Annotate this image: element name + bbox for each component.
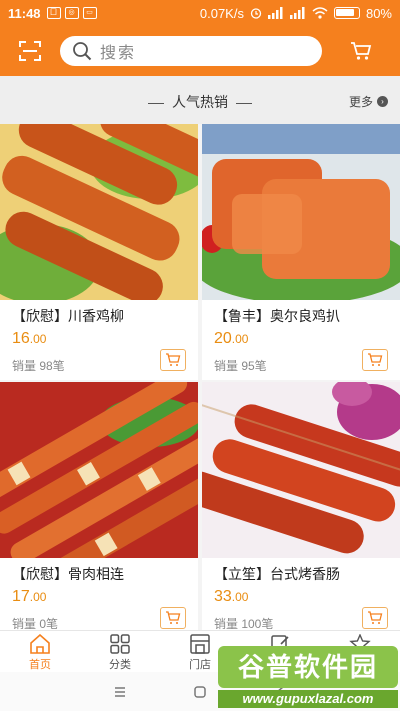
price-integer: 33 [214,588,232,605]
alarm-icon [250,8,262,19]
watermark-title: 谷普软件园 [218,646,398,688]
nav-category-label: 分类 [109,659,131,671]
home-button-icon[interactable] [193,685,207,699]
top-bar: 搜索 [0,26,400,76]
wifi-icon [312,7,328,19]
nav-home[interactable]: 首页 [0,631,80,672]
search-icon [73,42,92,61]
store-icon [190,634,210,654]
home-icon [30,634,50,654]
product-price: 20.00 [214,330,248,348]
product-image-sausages[interactable] [202,382,400,558]
title-divider-left [148,102,164,104]
product-sales: 销量 95笔 [214,359,267,373]
cart-add-icon [368,353,383,366]
camera-notification-icon: ◎ [64,7,79,19]
signal-icon-2 [289,7,305,19]
search-placeholder: 搜索 [100,45,137,62]
title-divider-right [236,102,252,104]
product-sales: 销量 0笔 [12,617,59,630]
notification-icon: 囗 [46,7,61,19]
add-to-cart-button[interactable] [362,607,388,629]
cart-icon[interactable] [322,26,400,76]
product-card[interactable]: 【鲁丰】奥尔良鸡扒 20.00 销量 95笔 [202,124,400,380]
menu-icon[interactable] [113,686,127,698]
price-decimal: .00 [29,590,47,604]
watermark-url: www.gupuxlazal.com [218,690,398,708]
cart-add-icon [368,611,383,624]
search-input[interactable]: 搜索 [60,36,322,66]
battery-icon [333,7,360,19]
nav-home-label: 首页 [29,659,51,671]
scan-icon[interactable] [0,26,60,76]
section-title-text: 人气热销 [172,94,228,110]
product-price: 17.00 [12,588,46,606]
product-image-meat-skewers[interactable] [0,382,198,558]
product-sales: 销量 100笔 [214,617,274,630]
more-label: 更多 [348,95,373,109]
grid-icon [110,634,130,654]
product-name[interactable]: 【鲁丰】奥尔良鸡扒 [214,306,340,326]
message-notification-icon: ▭ [82,7,97,19]
cart-add-icon [166,353,181,366]
battery-level: 80% [365,5,392,21]
product-sales: 销量 98笔 [12,359,65,373]
nav-category[interactable]: 分类 [80,631,160,672]
status-time: 11:48 [8,5,41,21]
chevron-right-icon: › [377,96,388,107]
product-name[interactable]: 【欣慰】骨肉相连 [12,564,124,584]
price-decimal: .00 [29,332,47,346]
add-to-cart-button[interactable] [160,349,186,371]
network-speed: 0.07K/s [199,5,244,21]
section-title: 人气热销 [0,92,400,112]
product-name[interactable]: 【欣慰】川香鸡柳 [12,306,124,326]
nav-store-label: 门店 [189,659,211,671]
product-card[interactable]: 【立笙】台式烤香肠 33.00 销量 100笔 [202,382,400,630]
product-price: 16.00 [12,330,46,348]
product-image-chicken-steak[interactable] [202,124,400,300]
product-card[interactable]: 【欣慰】骨肉相连 17.00 销量 0笔 [0,382,198,630]
product-price: 33.00 [214,588,248,606]
signal-icon [267,7,283,19]
add-to-cart-button[interactable] [362,349,388,371]
price-decimal: .00 [231,590,249,604]
more-link[interactable]: 更多 › [349,93,388,110]
section-header: 人气热销 更多 › [0,76,400,124]
price-integer: 20 [214,330,232,347]
price-integer: 16 [12,330,30,347]
cart-add-icon [166,611,181,624]
status-bar: 11:48 囗 ◎ ▭ 0.07K/s 80% [0,0,400,26]
watermark-logo: 谷普软件园 www.gupuxlazal.com [218,646,398,710]
product-card[interactable]: 【欣慰】川香鸡柳 16.00 销量 98笔 [0,124,198,380]
product-image-chicken-strips[interactable] [0,124,198,300]
product-name[interactable]: 【立笙】台式烤香肠 [214,564,340,584]
price-integer: 17 [12,588,30,605]
add-to-cart-button[interactable] [160,607,186,629]
price-decimal: .00 [231,332,249,346]
